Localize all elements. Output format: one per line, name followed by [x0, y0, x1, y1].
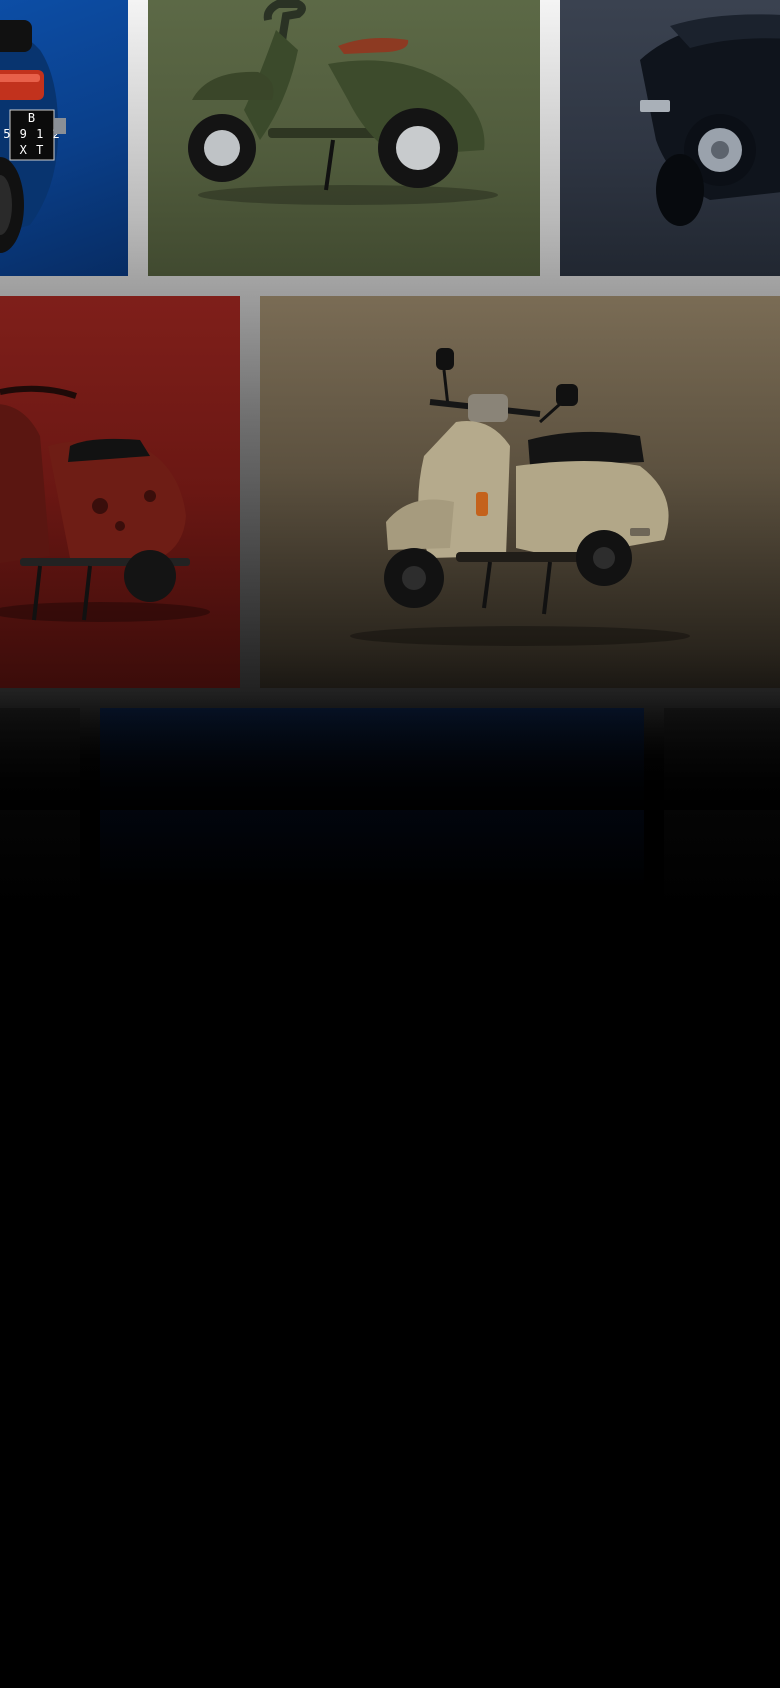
plate-line-3: X T: [20, 143, 45, 157]
beige-scooter-mirror-right: [556, 384, 578, 406]
red-scooter-image: [0, 385, 210, 622]
gallery-stage: B 5 9 1 2 X T: [0, 0, 780, 1688]
blue-scooter-image: B 5 9 1 2 X T: [0, 20, 66, 253]
beige-scooter-seat: [528, 431, 644, 466]
red-scooter-wheel: [124, 550, 176, 602]
gallery-tile-navy[interactable]: [100, 708, 644, 1688]
gallery-tile-blue-scooter[interactable]: B 5 9 1 2 X T: [0, 0, 128, 276]
gallery-tile-red-scooter[interactable]: [0, 296, 240, 688]
gallery-tile-beige-scooter[interactable]: [260, 296, 780, 688]
beige-scooter-headlight: [468, 394, 508, 422]
blue-scooter-seat: [0, 20, 32, 52]
black-scooter-wheel: [656, 154, 704, 226]
green-scooter-seat: [338, 38, 409, 54]
gallery-tile-green-scooter[interactable]: [148, 0, 540, 276]
red-scooter-handlebar: [0, 385, 77, 399]
red-scooter-front: [0, 404, 50, 564]
black-scooter-image: [640, 14, 780, 226]
gallery-tile-black-scooter[interactable]: [560, 0, 780, 276]
green-scooter-image: [188, 0, 498, 205]
plate-line-1: B: [28, 111, 36, 125]
gallery-tile-dark-left[interactable]: [0, 708, 80, 1688]
plate-line-2: 5 9 1 2: [3, 127, 61, 141]
gallery-tile-dark-right[interactable]: [664, 708, 780, 1688]
beige-scooter-mirror-left: [436, 348, 454, 370]
beige-scooter-image: [350, 348, 690, 646]
